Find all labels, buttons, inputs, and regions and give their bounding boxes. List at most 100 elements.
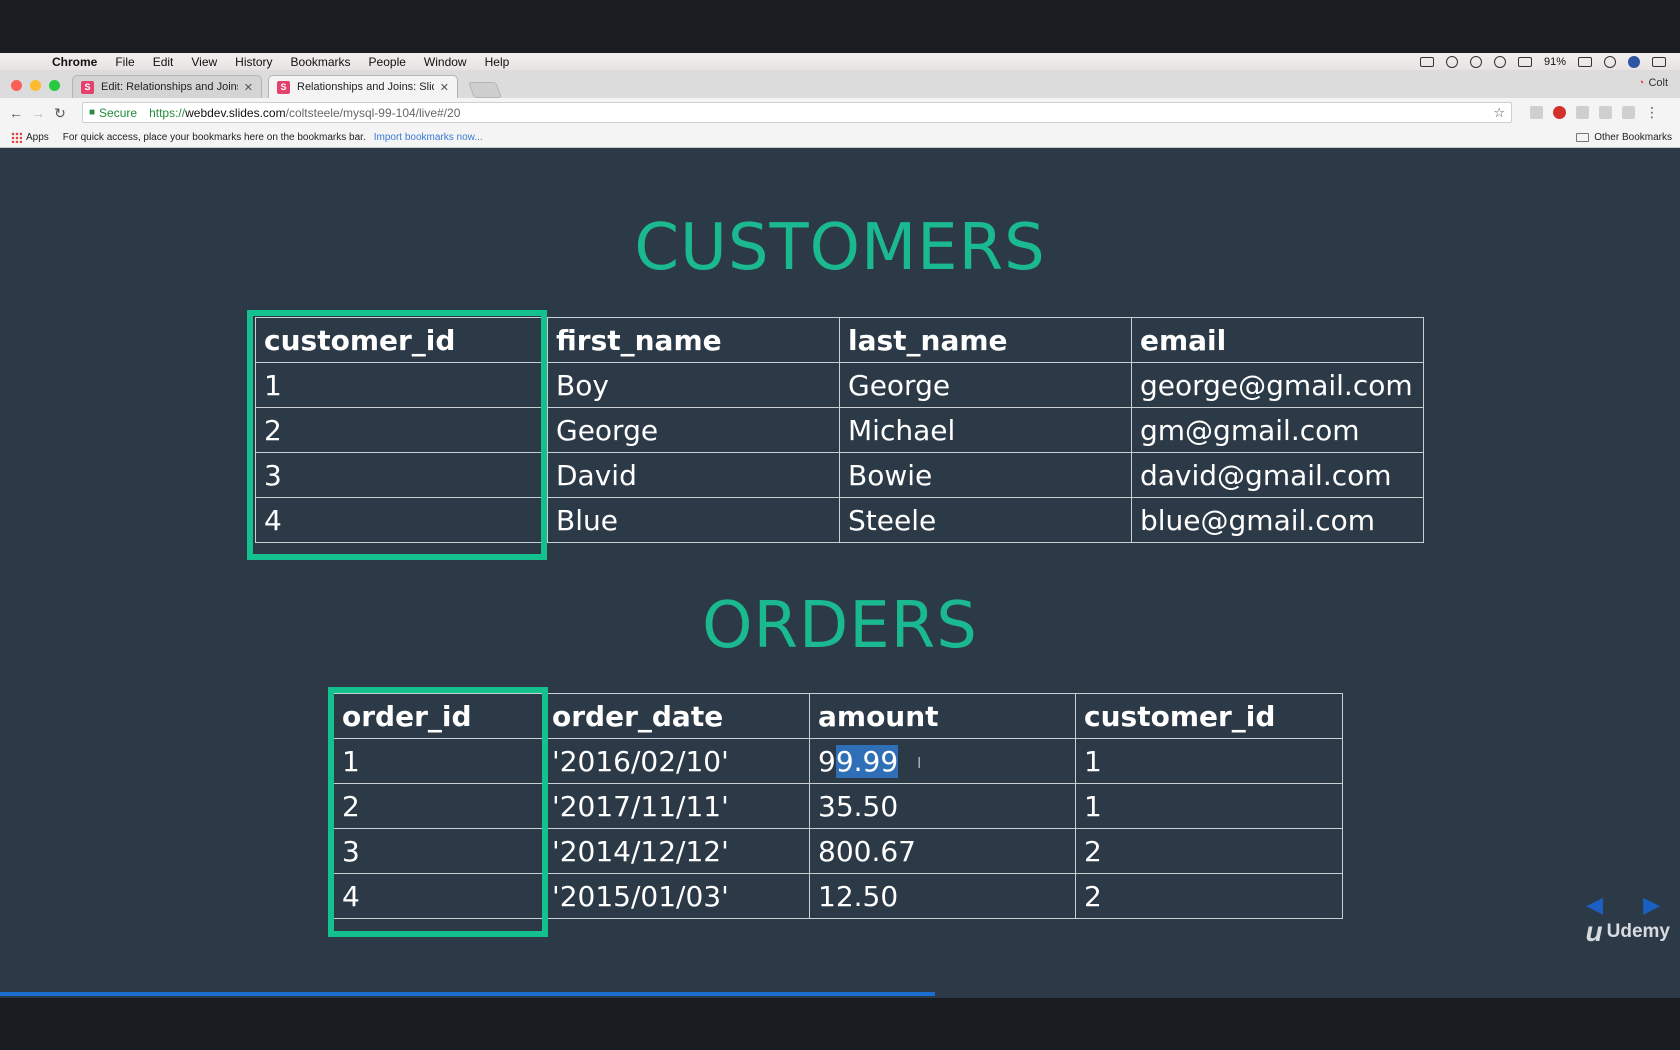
battery-icon[interactable] xyxy=(1578,56,1592,67)
table-cell: '2015/01/03' xyxy=(543,873,810,919)
udemy-logo: u Udemy xyxy=(1586,916,1670,948)
customer-id-highlight-box xyxy=(247,310,547,560)
video-letterbox-bottom xyxy=(0,998,1680,1050)
extension-grid-icon[interactable] xyxy=(1599,106,1612,119)
wifi-icon[interactable] xyxy=(1493,55,1506,68)
extension-box-icon[interactable] xyxy=(1622,106,1635,119)
address-bar[interactable]: ■ Secure https://webdev.slides.com/colts… xyxy=(82,102,1512,123)
menu-file[interactable]: File xyxy=(106,55,143,69)
menu-history[interactable]: History xyxy=(226,55,281,69)
window-controls xyxy=(11,80,60,91)
url-scheme: https:// xyxy=(149,105,186,120)
video-letterbox-top xyxy=(0,0,1680,53)
close-window-button[interactable] xyxy=(11,80,22,91)
close-tab-icon[interactable]: ✕ xyxy=(244,81,253,94)
next-slide-arrow-icon[interactable]: ▶ xyxy=(1643,892,1660,918)
zoom-window-button[interactable] xyxy=(49,80,60,91)
table-cell: 1 xyxy=(1075,738,1343,784)
menu-help[interactable]: Help xyxy=(476,55,519,69)
profile-name: Colt xyxy=(1648,77,1668,89)
secure-label: Secure xyxy=(99,105,138,120)
camera-icon[interactable] xyxy=(1419,56,1434,67)
reload-icon[interactable]: ↻ xyxy=(49,105,71,122)
table-header: last_name xyxy=(839,317,1132,363)
new-tab-button[interactable] xyxy=(468,82,502,98)
forward-arrow-icon[interactable]: → xyxy=(27,105,49,121)
udemy-u-icon: u xyxy=(1585,916,1603,947)
table-cell: 35.50 xyxy=(809,783,1076,829)
bookmarks-hint: For quick access, place your bookmarks h… xyxy=(62,132,366,143)
orders-title: ORDERS xyxy=(702,589,978,663)
glasses-icon[interactable] xyxy=(1445,55,1458,68)
unselected-text: 9 xyxy=(818,744,836,778)
extension-shield-icon[interactable] xyxy=(1530,106,1543,119)
table-header: order_date xyxy=(543,693,810,739)
airplay-icon[interactable] xyxy=(1517,56,1532,67)
siri-icon[interactable] xyxy=(1628,55,1640,68)
creative-cloud-icon[interactable] xyxy=(1469,55,1482,68)
table-cell: Michael xyxy=(839,407,1132,453)
menu-edit[interactable]: Edit xyxy=(144,55,183,69)
other-bookmarks[interactable]: Other Bookmarks xyxy=(1576,132,1672,143)
slides-favicon-icon: S xyxy=(81,80,94,94)
tab-title: Edit: Relationships and Joins xyxy=(101,81,238,93)
tab-title: Relationships and Joins: Slides xyxy=(297,81,434,93)
text-selection[interactable]: 9.99 xyxy=(835,744,899,778)
table-cell: blue@gmail.com xyxy=(1131,497,1424,543)
customers-title: CUSTOMERS xyxy=(634,211,1046,285)
browser-toolbar: ← → ↻ ■ Secure https://webdev.slides.com… xyxy=(0,98,1680,128)
table-cell: 2 xyxy=(1075,873,1343,919)
bookmarks-bar: Apps For quick access, place your bookma… xyxy=(0,128,1680,148)
table-cell: 1 xyxy=(1075,783,1343,829)
menu-view[interactable]: View xyxy=(182,55,226,69)
tab-edit-relationships[interactable]: S Edit: Relationships and Joins ✕ xyxy=(72,75,262,98)
table-cell: Blue xyxy=(547,497,840,543)
table-cell: David xyxy=(547,452,840,498)
bookmark-star-icon[interactable]: ☆ xyxy=(1493,105,1505,121)
table-cell: '2016/02/10' xyxy=(543,738,810,784)
menu-people[interactable]: People xyxy=(360,55,415,69)
import-bookmarks-link[interactable]: Import bookmarks now... xyxy=(374,132,483,143)
table-header: customer_id xyxy=(1075,693,1343,739)
text-cursor-icon: I xyxy=(917,755,922,772)
close-tab-icon[interactable]: ✕ xyxy=(440,81,449,94)
table-cell: Boy xyxy=(547,362,840,408)
profile-icon: ◔ xyxy=(1637,77,1645,89)
mac-menu-bar: Chrome File Edit View History Bookmarks … xyxy=(0,53,1680,70)
minimize-window-button[interactable] xyxy=(30,80,41,91)
url-path: /coltsteele/mysql-99-104/live#/20 xyxy=(285,105,461,120)
table-cell: George xyxy=(547,407,840,453)
apps-shortcut[interactable]: Apps xyxy=(26,132,49,143)
table-cell: George xyxy=(839,362,1132,408)
url-host: webdev.slides.com xyxy=(185,105,286,120)
table-cell: Bowie xyxy=(839,452,1132,498)
tab-relationships-slides[interactable]: S Relationships and Joins: Slides ✕ xyxy=(268,75,458,98)
extension-arrow-icon[interactable] xyxy=(1576,106,1589,119)
amount-cell-selected[interactable]: 99.99 xyxy=(809,738,1076,784)
lock-icon: ■ xyxy=(89,107,96,118)
spotlight-search-icon[interactable] xyxy=(1604,55,1616,68)
chrome-menu-icon[interactable]: ⋮ xyxy=(1645,105,1659,119)
table-header: amount xyxy=(809,693,1076,739)
menu-chrome[interactable]: Chrome xyxy=(43,55,106,69)
table-cell: 12.50 xyxy=(809,873,1076,919)
video-progress-bar[interactable] xyxy=(0,992,935,996)
tab-strip: S Edit: Relationships and Joins ✕ S Rela… xyxy=(0,70,1680,99)
back-arrow-icon[interactable]: ← xyxy=(5,105,27,121)
battery-percent: 91% xyxy=(1543,55,1566,68)
apps-grid-icon[interactable] xyxy=(11,132,22,143)
previous-slide-arrow-icon[interactable]: ◀ xyxy=(1586,892,1603,918)
menu-bookmarks[interactable]: Bookmarks xyxy=(282,55,360,69)
udemy-logo-text: Udemy xyxy=(1606,921,1670,942)
notification-center-icon[interactable] xyxy=(1652,56,1666,67)
table-cell: 2 xyxy=(1075,828,1343,874)
other-bookmarks-label: Other Bookmarks xyxy=(1594,132,1672,143)
profile-button[interactable]: ◔ Colt xyxy=(1638,77,1668,89)
table-cell: gm@gmail.com xyxy=(1131,407,1424,453)
slide-navigation: ◀ ▶ xyxy=(1586,892,1660,918)
menu-window[interactable]: Window xyxy=(415,55,476,69)
table-header: first_name xyxy=(547,317,840,363)
adblock-icon[interactable] xyxy=(1553,106,1566,119)
table-header: email xyxy=(1131,317,1424,363)
folder-icon xyxy=(1576,133,1590,142)
